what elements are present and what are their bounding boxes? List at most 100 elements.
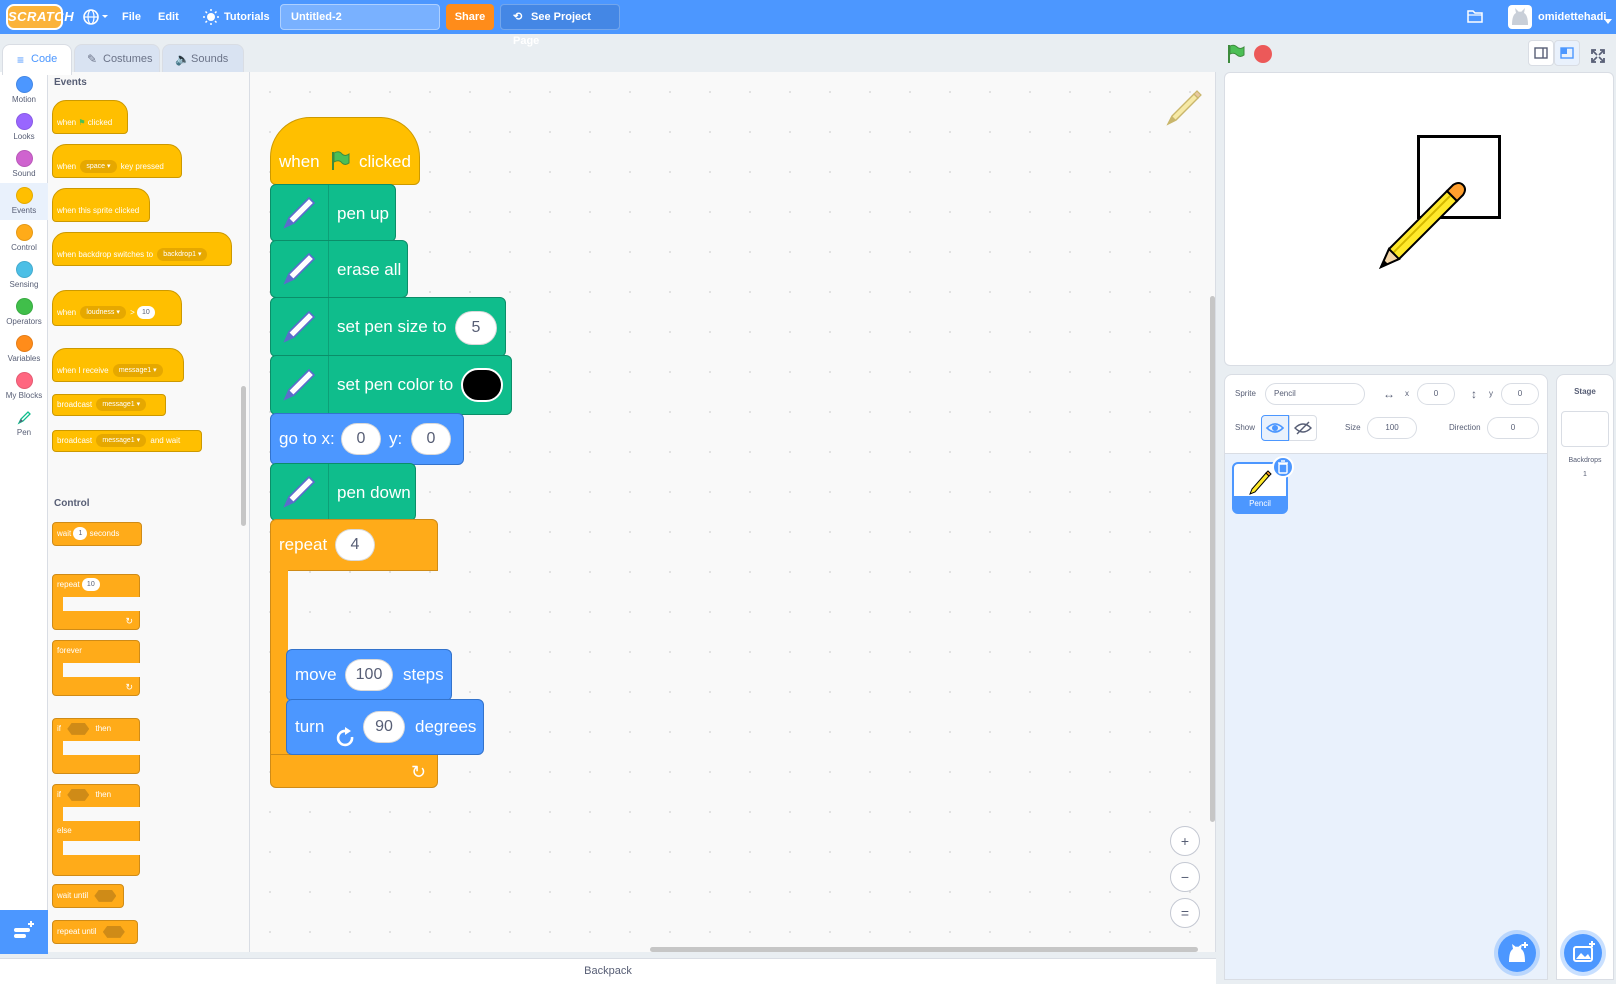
script-turn-degrees[interactable]: turn 90 degrees <box>286 699 484 755</box>
category-motion[interactable]: Motion <box>0 72 48 109</box>
project-title-input[interactable]: Untitled-2 <box>280 4 440 30</box>
category-events[interactable]: Events <box>0 183 48 220</box>
pen-size-input[interactable]: 5 <box>455 311 497 345</box>
green-flag-icon <box>329 150 351 177</box>
category-pen[interactable]: Pen <box>0 405 48 442</box>
file-menu[interactable]: File <box>122 0 141 34</box>
script-pen-up[interactable]: pen up <box>270 184 396 242</box>
x-input[interactable]: 0 <box>341 423 381 455</box>
script-go-to-xy[interactable]: go to x: 0 y: 0 <box>270 413 464 465</box>
message-dropdown[interactable]: message1 ▾ <box>112 364 163 378</box>
category-sound[interactable]: Sound <box>0 146 48 183</box>
zoom-reset-button[interactable]: = <box>1170 898 1200 928</box>
number-input[interactable]: 10 <box>81 578 100 592</box>
scratch-logo[interactable]: SCRATCH <box>6 4 74 30</box>
boolean-slot[interactable] <box>102 925 125 938</box>
palette-when-sprite-clicked[interactable]: when this sprite clicked <box>52 188 150 222</box>
delete-sprite-button[interactable] <box>1272 456 1294 478</box>
script-move-steps[interactable]: move 100 steps <box>286 649 452 701</box>
script-set-pen-color[interactable]: set pen color to <box>270 355 512 415</box>
palette-when-loudness[interactable]: when loudness ▾ > 10 <box>52 290 182 326</box>
number-input[interactable]: 1 <box>73 527 88 541</box>
category-operators[interactable]: Operators <box>0 294 48 331</box>
palette-when-backdrop-switches[interactable]: when backdrop switches to backdrop1 ▾ <box>52 232 232 266</box>
script-erase-all[interactable]: erase all <box>270 240 408 298</box>
block-label: > <box>130 308 135 317</box>
user-avatar[interactable] <box>1508 5 1532 29</box>
sensor-dropdown[interactable]: loudness ▾ <box>80 306 126 320</box>
add-extension-button[interactable] <box>0 910 48 954</box>
palette-when-flag-clicked[interactable]: when ⚑ clicked <box>52 100 128 134</box>
chevron-down-icon[interactable] <box>1604 14 1612 24</box>
message-dropdown[interactable]: message1 ▾ <box>96 398 147 412</box>
code-workspace[interactable]: when clicked pen up erase all set pen si… <box>250 72 1216 952</box>
palette-broadcast-and-wait[interactable]: broadcast message1 ▾ and wait <box>52 430 202 452</box>
boolean-slot[interactable] <box>67 722 90 735</box>
repeat-count-input[interactable]: 4 <box>335 529 375 561</box>
palette-when-key-pressed[interactable]: when space ▾ key pressed <box>52 144 182 178</box>
palette-if-then-else[interactable]: if then else <box>52 784 143 876</box>
palette-broadcast[interactable]: broadcast message1 ▾ <box>52 394 166 416</box>
palette-repeat[interactable]: repeat 10 ↻ <box>52 574 143 630</box>
green-flag-button[interactable] <box>1226 44 1246 64</box>
palette-repeat-until[interactable]: repeat until <box>52 920 138 944</box>
fullscreen-button[interactable] <box>1586 44 1612 70</box>
script-when-flag-clicked[interactable]: when clicked <box>270 117 420 185</box>
sprite-name-input[interactable]: Pencil <box>1265 383 1365 405</box>
share-button[interactable]: Share <box>446 4 494 30</box>
sprite-size-input[interactable]: 100 <box>1367 417 1417 439</box>
palette-when-i-receive[interactable]: when I receive message1 ▾ <box>52 348 184 382</box>
small-stage-button[interactable] <box>1528 40 1554 66</box>
number-input[interactable]: 10 <box>137 306 155 320</box>
rotate-right-icon <box>335 717 357 771</box>
category-looks[interactable]: Looks <box>0 109 48 146</box>
sprite-direction-input[interactable]: 0 <box>1487 417 1539 439</box>
sprite-y-input[interactable]: 0 <box>1501 383 1539 405</box>
boolean-slot[interactable] <box>94 889 117 902</box>
script-set-pen-size[interactable]: set pen size to 5 <box>270 297 506 357</box>
tab-costumes[interactable]: ✎ Costumes <box>74 44 160 74</box>
my-stuff-icon[interactable] <box>1466 8 1484 24</box>
zoom-in-button[interactable]: + <box>1170 826 1200 856</box>
palette-scrollbar[interactable] <box>241 386 246 526</box>
backdrop-dropdown[interactable]: backdrop1 ▾ <box>157 248 208 262</box>
degrees-input[interactable]: 90 <box>363 711 405 743</box>
choose-sprite-button[interactable] <box>1498 934 1536 972</box>
tutorials-menu[interactable]: Tutorials <box>224 0 270 34</box>
steps-input[interactable]: 100 <box>345 659 393 691</box>
tab-code[interactable]: ≡ Code <box>2 44 72 75</box>
large-stage-button[interactable] <box>1554 40 1580 66</box>
category-sensing[interactable]: Sensing <box>0 257 48 294</box>
backpack[interactable]: Backpack <box>0 958 1216 984</box>
palette-forever[interactable]: forever ↻ <box>52 640 143 696</box>
palette-wait-seconds[interactable]: wait 1 seconds <box>52 522 142 546</box>
zoom-out-button[interactable]: − <box>1170 862 1200 892</box>
key-dropdown[interactable]: space ▾ <box>80 160 117 174</box>
boolean-slot[interactable] <box>67 788 90 801</box>
hide-sprite-button[interactable] <box>1289 415 1317 441</box>
palette-wait-until[interactable]: wait until <box>52 884 124 908</box>
show-sprite-button[interactable] <box>1261 415 1289 441</box>
choose-backdrop-button[interactable] <box>1564 934 1602 972</box>
stage-canvas[interactable] <box>1224 72 1614 366</box>
y-input[interactable]: 0 <box>411 423 451 455</box>
category-variables[interactable]: Variables <box>0 331 48 368</box>
see-project-page-button[interactable]: ⟲ See Project Page <box>500 4 620 47</box>
edit-menu[interactable]: Edit <box>158 0 179 34</box>
stage-selector[interactable]: Stage Backdrops 1 <box>1556 374 1614 980</box>
pencil-sprite[interactable] <box>1375 173 1475 273</box>
sprite-x-input[interactable]: 0 <box>1417 383 1455 405</box>
category-my-blocks[interactable]: My Blocks <box>0 368 48 405</box>
palette-if-then[interactable]: if then <box>52 718 143 774</box>
language-icon[interactable] <box>82 8 110 26</box>
script-repeat[interactable]: repeat 4 <box>270 519 438 571</box>
message-dropdown[interactable]: message1 ▾ <box>96 434 147 448</box>
stop-button[interactable] <box>1254 45 1272 63</box>
workspace-vertical-scrollbar[interactable] <box>1210 296 1215 822</box>
category-control[interactable]: Control <box>0 220 48 257</box>
pen-color-picker[interactable] <box>461 368 503 402</box>
workspace-horizontal-scrollbar[interactable] <box>650 947 1198 952</box>
username-menu[interactable]: omidettehadi <box>1538 0 1606 34</box>
tab-sounds[interactable]: 🔈 Sounds <box>162 44 244 74</box>
script-pen-down[interactable]: pen down <box>270 463 416 521</box>
